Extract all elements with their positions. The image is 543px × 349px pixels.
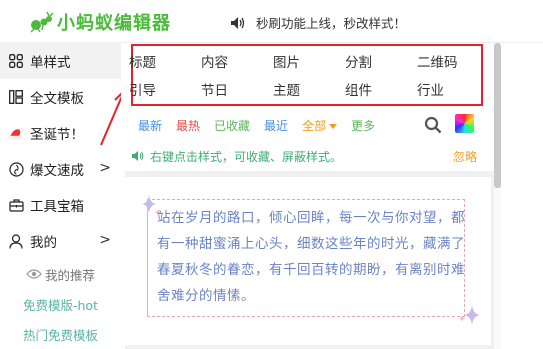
filter-favorited[interactable]: 已收藏 (214, 117, 250, 134)
filter-more[interactable]: 更多 (351, 117, 375, 134)
category-title[interactable]: 标题 (129, 47, 201, 75)
search-icon[interactable] (424, 116, 442, 134)
sidebar-sub-label: 免费模版-hot (23, 297, 98, 313)
caret-down-icon (329, 123, 338, 129)
category-component[interactable]: 组件 (345, 75, 417, 103)
filter-hottest[interactable]: 最热 (176, 117, 200, 134)
tip-text: 右键点击样式，可收藏、屏蔽样式。 (150, 149, 343, 164)
right-panel (501, 43, 543, 349)
sidebar-item-single-style[interactable]: 单样式 (0, 43, 121, 79)
logo[interactable]: 小蚂蚁编辑器 (30, 9, 171, 35)
user-icon (8, 233, 24, 249)
sidebar-item-label: 单样式 (30, 55, 71, 71)
sidebar-sub-my-recommend[interactable]: 我的推荐 (0, 259, 121, 289)
speaker-icon (132, 151, 144, 161)
sidebar-sub-label: 我的推荐 (44, 267, 95, 283)
tip-bar: 右键点击样式，可收藏、屏蔽样式。 忽略 (131, 146, 491, 166)
sidebar-item-label: 全文模板 (30, 91, 84, 107)
notice-text: 秒刷功能上线，秒改样式！ (256, 16, 407, 31)
sidebar-item-label: 爆文速成 (30, 163, 84, 179)
toolbox-icon (8, 197, 24, 213)
sidebar-item-mine[interactable]: 我的 > (0, 223, 121, 259)
notice-bar: 秒刷功能上线，秒改样式！ (230, 13, 406, 32)
category-industry[interactable]: 行业 (417, 75, 477, 103)
category-qrcode[interactable]: 二维码 (417, 47, 477, 75)
filter-newest[interactable]: 最新 (138, 117, 162, 134)
sidebar-sub-hot-free-template[interactable]: 热门免费模板 (0, 319, 121, 349)
sidebar-sub-label: 热门免费模板 (22, 327, 98, 343)
sidebar-item-viral-article[interactable]: 爆文速成 > (0, 151, 121, 187)
logo-text: 小蚂蚁编辑器 (57, 13, 171, 34)
chevron-right-icon: > (99, 160, 111, 176)
category-content[interactable]: 内容 (201, 47, 273, 75)
filter-bar: 最新 最热 已收藏 最近 全部 更多 (138, 114, 389, 136)
eye-icon (26, 269, 42, 279)
category-theme[interactable]: 主题 (273, 75, 345, 103)
template-icon (8, 89, 24, 105)
style-list: 站在岁月的路口，倾心回眸，每一次与你对望，都有一种甜蜜涌上心头，细数这些年的时光… (125, 171, 497, 349)
filter-all-dropdown[interactable]: 全部 (302, 117, 338, 134)
ant-logo-icon (30, 11, 54, 33)
sidebar-item-label: 工具宝箱 (30, 199, 84, 215)
sidebar-item-label: 我的 (30, 235, 57, 251)
style-card[interactable]: 站在岁月的路口，倾心回眸，每一次与你对望，都有一种甜蜜涌上心头，细数这些年的时光… (125, 177, 491, 345)
category-divider[interactable]: 分割 (345, 47, 417, 75)
sidebar-sub-free-template-hot[interactable]: 免费模版-hot (0, 289, 121, 319)
top-bar: 小蚂蚁编辑器 秒刷功能上线，秒改样式！ (0, 0, 543, 43)
sidebar-item-toolbox[interactable]: 工具宝箱 (0, 187, 121, 223)
quote-text: 站在岁月的路口，倾心回眸，每一次与你对望，都有一种甜蜜涌上心头，细数这些年的时光… (157, 210, 465, 304)
filter-all-label: 全部 (302, 118, 327, 133)
chevron-right-icon: > (99, 232, 111, 248)
speaker-icon (231, 16, 245, 29)
category-guide[interactable]: 引导 (129, 75, 201, 103)
santa-hat-icon (8, 125, 24, 141)
sidebar-item-label: 圣诞节！ (30, 127, 84, 143)
color-picker-icon[interactable] (455, 114, 474, 133)
filter-recent[interactable]: 最近 (264, 117, 288, 134)
ignore-button[interactable]: 忽略 (453, 148, 477, 165)
category-holiday[interactable]: 节日 (201, 75, 273, 103)
category-image[interactable]: 图片 (273, 47, 345, 75)
category-grid: 标题 内容 图片 分割 二维码 引导 节日 主题 组件 行业 (129, 47, 477, 103)
grid-icon (8, 53, 24, 69)
main-panel: 标题 内容 图片 分割 二维码 引导 节日 主题 组件 行业 最新 最热 已收藏… (121, 43, 501, 349)
fire-icon (8, 161, 24, 177)
scrollbar-thumb[interactable] (494, 43, 501, 188)
